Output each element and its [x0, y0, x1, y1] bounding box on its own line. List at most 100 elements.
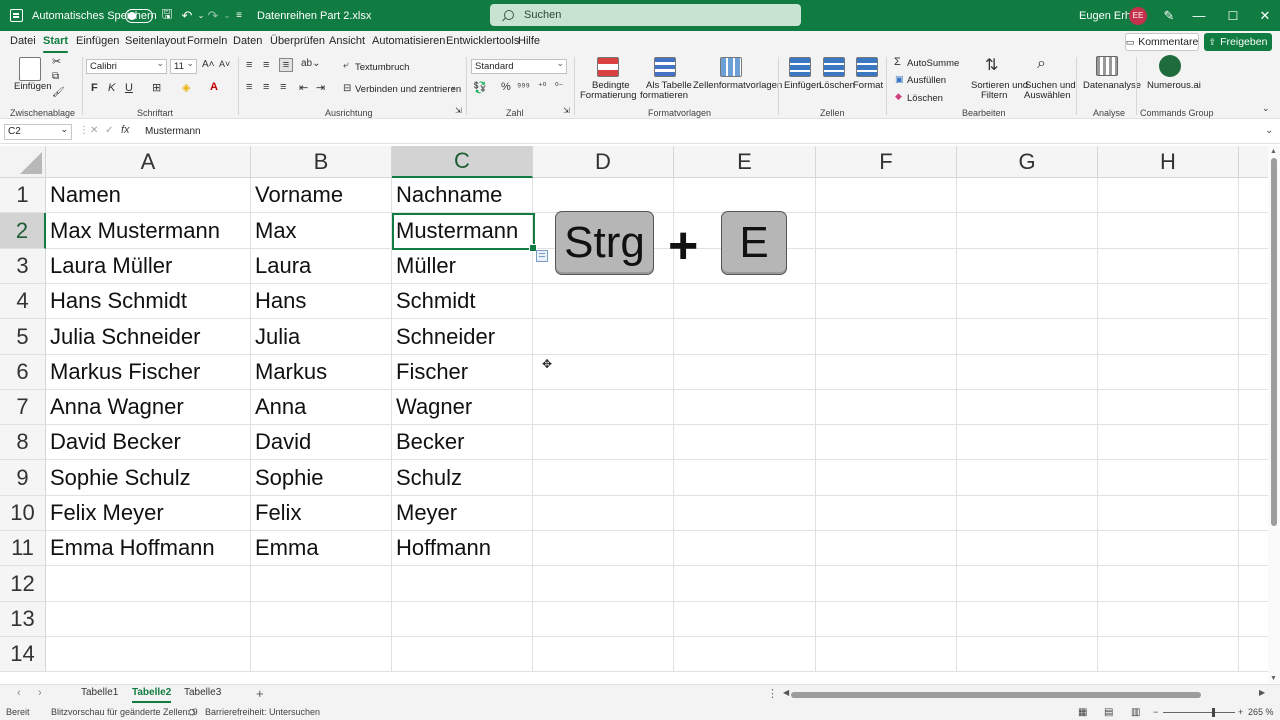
cell-b12[interactable] [251, 566, 392, 602]
sheet-tab-tabelle3[interactable]: Tabelle3 [184, 687, 221, 698]
cell-h10[interactable] [1098, 496, 1239, 531]
cell-d7[interactable] [533, 390, 674, 425]
cell-h6[interactable] [1098, 355, 1239, 390]
format-cells-icon[interactable] [856, 57, 878, 77]
format-painter-icon[interactable]: 🖌 [52, 87, 65, 98]
cell-e6[interactable] [674, 355, 816, 390]
zoom-out-icon[interactable]: − [1153, 707, 1158, 717]
insert-cells-label[interactable]: Einfügen [784, 80, 822, 91]
cell-a7[interactable]: Anna Wagner [46, 390, 251, 425]
cell-g10[interactable] [957, 496, 1098, 531]
cell-f8[interactable] [816, 425, 957, 460]
cell-h9[interactable] [1098, 460, 1239, 496]
decrease-indent-icon[interactable]: ⇤ [299, 81, 308, 94]
cell-b5[interactable]: Julia [251, 319, 392, 355]
column-header-a[interactable]: A [46, 146, 251, 178]
zoom-in-icon[interactable]: + [1238, 707, 1243, 717]
cell-d12[interactable] [533, 566, 674, 602]
sheet-tab-tabelle2[interactable]: Tabelle2 [132, 687, 172, 703]
format-as-table-label2[interactable]: formatieren [640, 90, 688, 101]
decrease-decimal-icon[interactable]: ⁰⁻ [555, 81, 563, 92]
align-bottom-icon[interactable]: ≡ [279, 58, 293, 72]
collapse-ribbon-icon[interactable]: ⌄ [1262, 103, 1270, 114]
cell-a2[interactable]: Max Mustermann [46, 213, 251, 249]
column-header-f[interactable]: F [816, 146, 957, 178]
prev-sheet-icon[interactable]: ‹ [17, 687, 21, 699]
cell-a6[interactable]: Markus Fischer [46, 355, 251, 390]
menu-daten[interactable]: Daten [233, 35, 262, 47]
cell-d11[interactable] [533, 531, 674, 566]
cell-c3[interactable]: Müller [392, 249, 533, 284]
align-left-icon[interactable]: ≡ [246, 81, 252, 93]
cell-g12[interactable] [957, 566, 1098, 602]
wrap-text-button[interactable]: Textumbruch [355, 62, 409, 73]
cell-i2[interactable] [1239, 213, 1268, 249]
increase-decimal-icon[interactable]: ⁺⁰ [538, 81, 546, 92]
cell-h8[interactable] [1098, 425, 1239, 460]
cell-g13[interactable] [957, 602, 1098, 637]
expand-formula-icon[interactable]: ⌄ [1265, 125, 1273, 136]
cell-g11[interactable] [957, 531, 1098, 566]
cell-f13[interactable] [816, 602, 957, 637]
conditional-formatting-icon[interactable] [597, 57, 619, 77]
cancel-icon[interactable]: ✕ [90, 125, 98, 136]
cell-a1[interactable]: Namen [46, 178, 251, 213]
cell-a3[interactable]: Laura Müller [46, 249, 251, 284]
tabs-splitter-icon[interactable]: ⋮ [767, 687, 778, 700]
cut-icon[interactable]: ✂ [52, 55, 61, 68]
comments-button[interactable]: ▭ Kommentare [1125, 33, 1199, 51]
row-header-8[interactable]: 8 [0, 425, 46, 460]
cell-g7[interactable] [957, 390, 1098, 425]
cell-e1[interactable] [674, 178, 816, 213]
cell-d1[interactable] [533, 178, 674, 213]
row-header-1[interactable]: 1 [0, 178, 46, 213]
cell-d5[interactable] [533, 319, 674, 355]
cell-a14[interactable] [46, 637, 251, 672]
cell-c2[interactable]: Mustermann [392, 213, 533, 249]
autosave-toggle[interactable] [125, 0, 153, 31]
alignment-launcher-icon[interactable]: ⇲ [455, 106, 462, 115]
sort-filter-label2[interactable]: Filtern [981, 90, 1007, 101]
vertical-scroll-thumb[interactable] [1271, 158, 1277, 526]
cell-i11[interactable] [1239, 531, 1268, 566]
cell-b4[interactable]: Hans [251, 284, 392, 319]
bold-button[interactable]: F [91, 82, 98, 94]
decrease-font-icon[interactable]: A˅ [219, 59, 230, 69]
row-header-4[interactable]: 4 [0, 284, 46, 319]
cell-i5[interactable] [1239, 319, 1268, 355]
cell-f6[interactable] [816, 355, 957, 390]
cell-i9[interactable] [1239, 460, 1268, 496]
cell-g14[interactable] [957, 637, 1098, 672]
font-name-dropdown[interactable]: Calibri [86, 57, 167, 74]
row-header-7[interactable]: 7 [0, 390, 46, 425]
cell-d6[interactable] [533, 355, 674, 390]
underline-button[interactable]: U [125, 82, 133, 94]
cell-g5[interactable] [957, 319, 1098, 355]
find-select-icon[interactable]: ⌕ [1037, 55, 1046, 73]
cell-g6[interactable] [957, 355, 1098, 390]
cell-d14[interactable] [533, 637, 674, 672]
menu-automatisieren[interactable]: Automatisieren [372, 35, 445, 47]
menu-entwicklertools[interactable]: Entwicklertools [446, 35, 519, 47]
cell-i13[interactable] [1239, 602, 1268, 637]
cell-b7[interactable]: Anna [251, 390, 392, 425]
cell-d8[interactable] [533, 425, 674, 460]
column-header-g[interactable]: G [957, 146, 1098, 178]
cell-h12[interactable] [1098, 566, 1239, 602]
insert-cells-icon[interactable] [789, 57, 811, 77]
cell-e5[interactable] [674, 319, 816, 355]
next-sheet-icon[interactable]: › [38, 687, 42, 699]
cell-f11[interactable] [816, 531, 957, 566]
cell-b10[interactable]: Felix [251, 496, 392, 531]
cell-h13[interactable] [1098, 602, 1239, 637]
align-top-icon[interactable]: ≡ [246, 59, 252, 71]
cell-f1[interactable] [816, 178, 957, 213]
cell-e12[interactable] [674, 566, 816, 602]
cell-c13[interactable] [392, 602, 533, 637]
pen-icon[interactable]: ✎ [1160, 0, 1178, 31]
cell-f10[interactable] [816, 496, 957, 531]
avatar[interactable]: EE [1129, 0, 1147, 31]
cell-i6[interactable] [1239, 355, 1268, 390]
cell-f7[interactable] [816, 390, 957, 425]
merge-dropdown-icon[interactable]: ⌄ [450, 82, 457, 91]
